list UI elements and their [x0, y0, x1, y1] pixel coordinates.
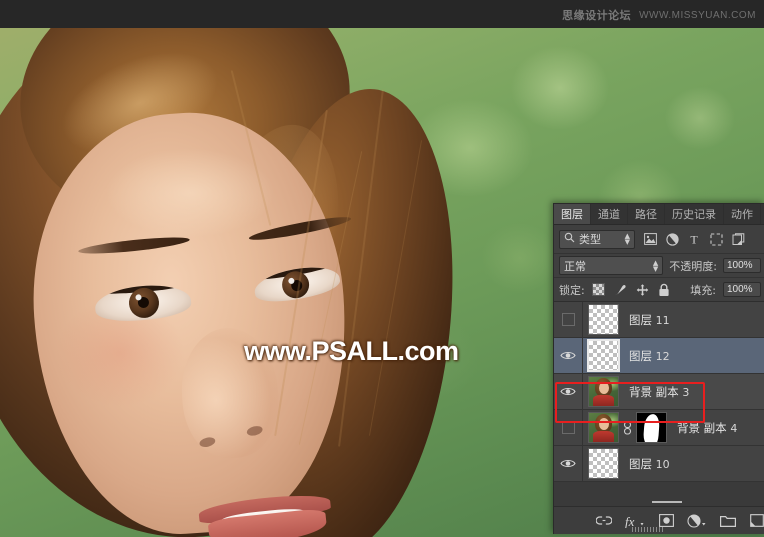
new-group-icon[interactable]: [720, 513, 736, 529]
filter-type-label: 类型: [579, 233, 601, 246]
panel-grip-handle[interactable]: [632, 527, 664, 532]
layer-visibility-toggle[interactable]: [554, 338, 583, 373]
lock-icon-group: [591, 283, 671, 296]
layer-list: 图层 11 图层 12 背景 副本 3 背景 副本 4 图层 10: [554, 302, 764, 482]
iris-left: [127, 286, 161, 320]
new-fill-adjustment-layer-icon[interactable]: [687, 513, 707, 529]
layer-name-number: 11: [655, 313, 670, 327]
lock-label: 锁定:: [559, 283, 585, 297]
adjustment-layer-filter-icon[interactable]: [665, 232, 679, 246]
chevron-updown-icon: ▲ ▼: [624, 232, 630, 246]
filter-type-dropdown[interactable]: 类型 ▲ ▼: [559, 229, 635, 249]
layer-thumbnail[interactable]: [587, 339, 620, 372]
lock-image-pixels-icon[interactable]: [614, 283, 627, 296]
layer-name-number: 3: [682, 385, 690, 399]
eye-hidden-icon: [561, 421, 575, 434]
lock-transparent-pixels-icon[interactable]: [591, 283, 605, 296]
center-watermark: www.PSALL.com: [244, 336, 459, 366]
layer-thumbnail[interactable]: [588, 304, 619, 335]
layer-visibility-toggle[interactable]: [554, 446, 583, 481]
svg-text:T: T: [690, 233, 698, 245]
layer-name: 背景 副本 3: [629, 384, 689, 400]
panel-body: 类型 ▲ ▼ T 正常 ▲ ▼ 不透明度: 100% 锁定: 填充: 100% …: [554, 225, 764, 482]
nostril-left: [198, 435, 217, 449]
table-row[interactable]: 图层 11: [554, 302, 764, 338]
fill-value-input[interactable]: 100%: [723, 282, 761, 297]
link-layers-icon[interactable]: [596, 513, 612, 529]
tab-history[interactable]: 历史记录: [665, 204, 724, 224]
opacity-label: 不透明度:: [669, 259, 717, 273]
watermark-cn-text: 思缘设计论坛: [562, 9, 632, 22]
layer-name-text: 背景 副本: [677, 420, 727, 435]
layers-panel-toolbar: fx: [554, 501, 764, 534]
smart-object-filter-icon[interactable]: [731, 232, 745, 246]
layer-name-text: 背景 副本: [629, 384, 679, 399]
tab-channels[interactable]: 通道: [591, 204, 628, 224]
mask-link-icon[interactable]: [622, 420, 632, 436]
new-layer-icon[interactable]: [749, 513, 764, 529]
layer-thumbnail[interactable]: [588, 412, 619, 443]
panel-resize-tick[interactable]: [652, 501, 682, 503]
layers-panel: 图层 通道 路径 历史记录 动作 类型 ▲ ▼ T 正常 ▲ ▼ 不透明度: 1…: [553, 203, 764, 534]
layer-name: 图层 12: [629, 348, 670, 364]
blend-opacity-row: 正常 ▲ ▼ 不透明度: 100%: [554, 254, 764, 278]
chevron-updown-icon: ▲ ▼: [652, 258, 659, 273]
blend-mode-dropdown[interactable]: 正常 ▲ ▼: [559, 256, 664, 275]
site-watermark-top: 思缘设计论坛 WWW.MISSYUAN.COM: [562, 7, 756, 23]
nostril-right: [245, 424, 264, 438]
layer-name-number: 10: [655, 457, 670, 471]
blend-mode-value: 正常: [564, 259, 586, 273]
layer-name-text: 图层: [629, 312, 652, 327]
opacity-value-input[interactable]: 100%: [723, 258, 761, 273]
layer-name: 图层 10: [629, 456, 670, 472]
layer-name-text: 图层: [629, 348, 652, 363]
filter-icon-group: T: [643, 232, 745, 246]
table-row[interactable]: 背景 副本 3: [554, 374, 764, 410]
magnifier-icon: [564, 232, 575, 246]
shape-layer-filter-icon[interactable]: [709, 232, 723, 246]
layer-thumbnail[interactable]: [588, 448, 619, 479]
fill-label: 填充:: [690, 283, 716, 297]
layer-filter-row: 类型 ▲ ▼ T: [554, 225, 764, 254]
lock-position-icon[interactable]: [636, 283, 649, 296]
layer-visibility-toggle[interactable]: [554, 374, 583, 409]
type-layer-filter-icon[interactable]: T: [687, 232, 701, 246]
tab-actions[interactable]: 动作: [724, 204, 761, 224]
panel-tab-bar: 图层 通道 路径 历史记录 动作: [554, 204, 764, 225]
eye-hidden-icon: [561, 313, 575, 326]
table-row[interactable]: 背景 副本 4: [554, 410, 764, 446]
svg-text:fx: fx: [625, 514, 635, 528]
eye-visible-icon: [560, 386, 576, 397]
layer-visibility-toggle[interactable]: [554, 410, 583, 445]
layer-name: 背景 副本 4: [677, 420, 737, 436]
table-row[interactable]: 图层 12: [554, 338, 764, 374]
lock-all-icon[interactable]: [658, 283, 671, 296]
layer-name-number: 4: [730, 421, 738, 435]
eye-visible-icon: [560, 458, 576, 469]
forehead-highlight: [105, 148, 275, 238]
tab-layers[interactable]: 图层: [554, 204, 591, 224]
table-row[interactable]: 图层 10: [554, 446, 764, 482]
layer-name-text: 图层: [629, 456, 652, 471]
lock-row: 锁定: 填充: 100%: [554, 278, 764, 302]
layer-thumbnail[interactable]: [588, 376, 619, 407]
watermark-url-text: WWW.MISSYUAN.COM: [639, 9, 756, 21]
layer-name: 图层 11: [629, 312, 670, 328]
tab-paths[interactable]: 路径: [628, 204, 665, 224]
eye-visible-icon: [560, 350, 576, 361]
pixel-layer-filter-icon[interactable]: [643, 232, 657, 246]
layer-visibility-toggle[interactable]: [554, 302, 583, 337]
layer-name-number: 12: [655, 349, 670, 363]
layer-mask-thumbnail[interactable]: [636, 412, 667, 443]
